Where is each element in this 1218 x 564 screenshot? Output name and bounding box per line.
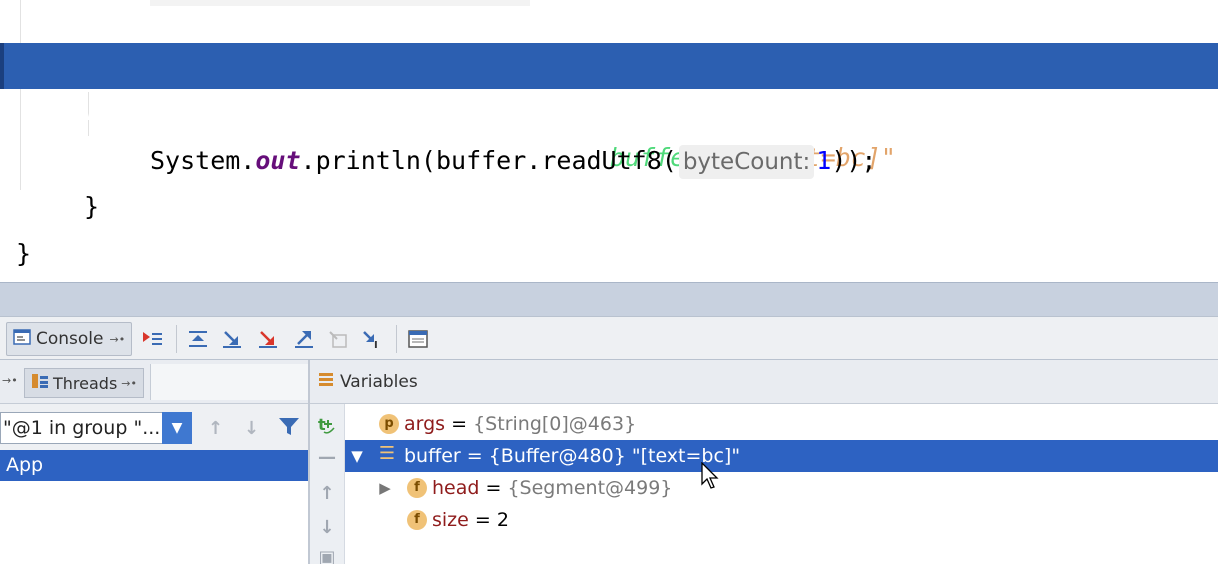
variables-panel-header: Variables (310, 360, 1218, 404)
toolbar-separator (176, 325, 177, 353)
thread-selector-bar: "@1 in group "... ▼ ↑ ↓ (0, 404, 308, 450)
code-editor[interactable]: while (!buffer.exhausted()) { buffer: "[… (0, 0, 1218, 282)
collapse-arrow-icon[interactable]: ▶ (375, 472, 395, 504)
force-step-into-icon[interactable] (256, 327, 280, 351)
code-line[interactable]: System.out.println(buffer.readUtf8(byteC… (0, 92, 1218, 179)
code-line[interactable]: } (0, 138, 1218, 221)
pin-icon[interactable]: →• (121, 377, 137, 390)
variable-row[interactable]: f size = 2 (345, 504, 1218, 536)
run-to-cursor-icon[interactable]: I (360, 327, 384, 351)
code-text: } (16, 239, 32, 268)
pin-icon[interactable]: →• (110, 333, 126, 346)
tab-label: Console (36, 329, 104, 349)
tab-label: Threads (53, 373, 118, 393)
arrow-down-icon[interactable]: ↓ (316, 516, 338, 538)
variable-row[interactable]: ▶ f head = {Segment@499} (345, 472, 1218, 504)
field-icon: f (407, 478, 427, 498)
step-into-icon[interactable] (220, 327, 244, 351)
variable-row[interactable]: p args = {String[0]@463} (345, 408, 1218, 440)
parameter-icon: p (379, 414, 399, 434)
arrow-up-icon[interactable]: ↑ (208, 418, 223, 439)
scrolled-line-fragment (150, 0, 530, 6)
console-icon (13, 328, 31, 350)
field-icon: f (407, 510, 427, 530)
threads-icon (31, 373, 49, 393)
drop-frame-icon[interactable] (326, 327, 350, 351)
chevron-down-icon[interactable]: ▼ (162, 412, 192, 444)
toolbar-separator (396, 325, 397, 353)
arrow-down-icon[interactable]: ↓ (244, 418, 259, 439)
evaluate-expression-icon[interactable] (406, 327, 430, 351)
remove-watch-icon[interactable]: — (316, 446, 338, 468)
add-watch-icon[interactable]: t (316, 414, 338, 436)
variables-side-toolbar: t — ↑ ↓ ▣ (310, 404, 345, 564)
step-over-icon[interactable] (186, 327, 210, 351)
panel-title: Variables (340, 371, 418, 392)
arrow-up-icon[interactable]: ↑ (316, 482, 338, 504)
variable-row-selected[interactable]: ▼ ☰ buffer = {Buffer@480} "[text=bc]" (345, 440, 1218, 472)
svg-text:I: I (374, 340, 378, 349)
execution-point-line[interactable]: while (!buffer.exhausted()) { buffer: "[… (0, 43, 1218, 172)
tab-console[interactable]: Console →• (6, 322, 133, 356)
frames-list[interactable] (0, 481, 308, 564)
step-out-icon[interactable] (292, 327, 316, 351)
mouse-pointer-icon (701, 462, 719, 489)
filter-icon[interactable] (278, 416, 300, 441)
debugger-toolbar: Console →• I (0, 316, 1218, 360)
variables-icon (318, 371, 334, 392)
copy-icon[interactable]: ▣ (316, 550, 338, 564)
threads-panel-header: →• Threads →• (0, 360, 309, 404)
show-execution-point-icon[interactable] (140, 327, 164, 351)
expand-arrow-icon[interactable]: ▼ (347, 440, 367, 472)
object-icon: ☰ (378, 443, 396, 464)
panel-tab-area (150, 364, 309, 400)
pin-icon[interactable]: →• (2, 374, 18, 387)
tab-threads[interactable]: Threads →• (24, 368, 144, 398)
code-line[interactable]: } (0, 185, 1218, 268)
debug-tool-window-header (0, 282, 1218, 316)
list-item-selected-frame[interactable]: App (0, 450, 308, 481)
